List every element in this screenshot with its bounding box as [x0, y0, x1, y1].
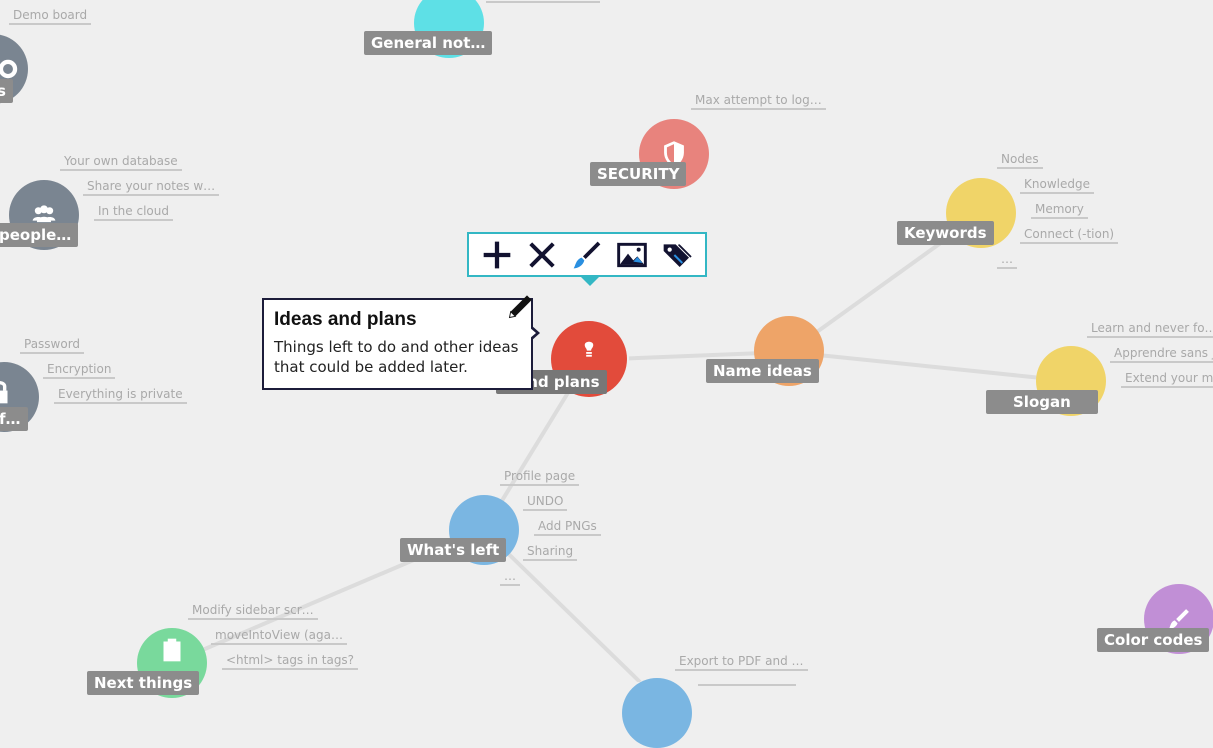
tag-item[interactable]: Everything is private — [54, 387, 187, 404]
tag-item[interactable]: Memory — [1031, 202, 1088, 219]
lock-icon — [0, 381, 8, 404]
node-label[interactable]: SECURITY — [590, 162, 687, 186]
tag-item[interactable]: … — [500, 569, 520, 586]
tag-item[interactable]: moveIntoView (aga… — [211, 628, 348, 645]
node-label[interactable]: people… — [0, 223, 79, 247]
node-label[interactable]: Next things — [87, 671, 200, 695]
node-label[interactable]: Color codes — [1097, 628, 1210, 652]
plus-icon — [484, 241, 511, 268]
tag-item[interactable]: Encryption — [43, 362, 116, 379]
tag-item[interactable]: Apprendre sans ja… — [1110, 346, 1213, 363]
add-node-button[interactable] — [480, 238, 514, 272]
node-export[interactable] — [622, 678, 692, 748]
tag-item[interactable]: Share your notes w… — [83, 179, 220, 196]
tag-item[interactable] — [698, 679, 796, 686]
tag-item[interactable]: Demo board — [9, 8, 92, 25]
tag-item[interactable]: Sharing — [523, 544, 578, 561]
node-label[interactable]: General not… — [364, 31, 493, 55]
node-toolbar — [467, 232, 707, 277]
brush-icon — [573, 241, 601, 268]
node-label[interactable]: Keywords — [897, 221, 994, 245]
tag-item[interactable] — [486, 0, 600, 3]
tag-item[interactable]: … — [997, 252, 1017, 269]
tag-item[interactable]: Password — [20, 337, 85, 354]
clipboard-icon — [163, 638, 181, 662]
tag-item[interactable]: Your own database — [60, 154, 182, 171]
close-icon — [529, 241, 555, 268]
tag-item[interactable]: Extend your men — [1121, 371, 1213, 388]
toolbar-caret — [580, 276, 600, 286]
card-description[interactable]: Things left to do and other ideas that c… — [274, 337, 521, 377]
tag-item[interactable]: Max attempt to log… — [691, 93, 826, 110]
node-label[interactable]: Slogan — [986, 390, 1098, 414]
mindmap-board[interactable]: s General not… SECURITY people… Keywords… — [0, 0, 1213, 748]
tag-item[interactable]: Modify sidebar scr… — [188, 603, 318, 620]
edge — [788, 350, 1072, 383]
tag-item[interactable]: Connect (-tion) — [1020, 227, 1119, 244]
tag-item[interactable]: UNDO — [523, 494, 568, 511]
card-pointer-inner — [529, 327, 536, 339]
tag-item[interactable]: Nodes — [997, 152, 1043, 169]
node-label[interactable]: f… — [0, 407, 28, 431]
node-details-card: Ideas and plans Things left to do and ot… — [262, 295, 533, 390]
pencil-icon[interactable] — [506, 293, 534, 321]
node-label[interactable]: s — [0, 79, 13, 103]
node-label[interactable]: Name ideas — [706, 359, 819, 383]
tag-item[interactable]: Knowledge — [1020, 177, 1094, 194]
tag-item[interactable]: In the cloud — [94, 204, 173, 221]
tag-item[interactable]: Learn and never fo… — [1087, 321, 1213, 338]
color-node-button[interactable] — [570, 238, 604, 272]
image-icon — [616, 242, 647, 267]
tag-node-button[interactable] — [660, 238, 694, 272]
delete-node-button[interactable] — [525, 238, 559, 272]
card-title[interactable]: Ideas and plans — [274, 309, 521, 331]
tag-item[interactable]: <html> tags in tags? — [222, 653, 359, 670]
image-node-button[interactable] — [615, 238, 649, 272]
tag-item[interactable]: Export to PDF and … — [675, 654, 808, 671]
node-label[interactable]: What's left — [400, 538, 507, 562]
tag-icon — [663, 243, 692, 267]
lightbulb-icon — [584, 341, 594, 357]
tag-item[interactable]: Profile page — [500, 469, 580, 486]
tag-item[interactable]: Add PNGs — [534, 519, 601, 536]
